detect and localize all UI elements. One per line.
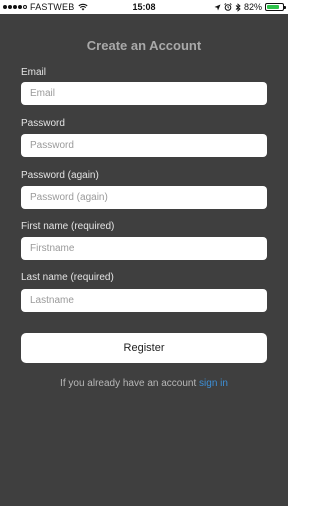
bluetooth-icon — [235, 2, 241, 12]
battery-percent: 82% — [243, 2, 262, 12]
bottom-strip — [0, 506, 288, 512]
first-name-label: First name (required) — [21, 221, 115, 232]
password-label: Password — [21, 118, 65, 129]
app-screen: FASTWEB 15:08 82% Create an Account Emai… — [0, 0, 288, 512]
last-name-label: Last name (required) — [21, 272, 114, 283]
signin-prompt-text: If you already have an account — [60, 378, 197, 389]
signin-prompt-line: If you already have an account sign in — [0, 378, 288, 389]
signup-panel: Create an Account Email Password Passwor… — [0, 14, 288, 506]
status-bar: FASTWEB 15:08 82% — [0, 0, 288, 14]
email-label: Email — [21, 67, 47, 78]
email-input[interactable] — [21, 82, 267, 105]
password-input[interactable] — [21, 134, 267, 157]
last-name-input[interactable] — [21, 289, 267, 312]
location-arrow-icon — [214, 4, 221, 10]
password-again-label: Password (again) — [21, 170, 99, 181]
alarm-icon — [224, 3, 232, 11]
battery-icon — [265, 3, 286, 11]
signin-link[interactable]: sign in — [199, 378, 228, 389]
battery-fill — [267, 5, 280, 9]
register-button[interactable]: Register — [21, 333, 267, 363]
password-again-input[interactable] — [21, 186, 267, 209]
first-name-input[interactable] — [21, 237, 267, 260]
page-title: Create an Account — [86, 38, 202, 53]
status-right: 82% — [214, 0, 286, 14]
